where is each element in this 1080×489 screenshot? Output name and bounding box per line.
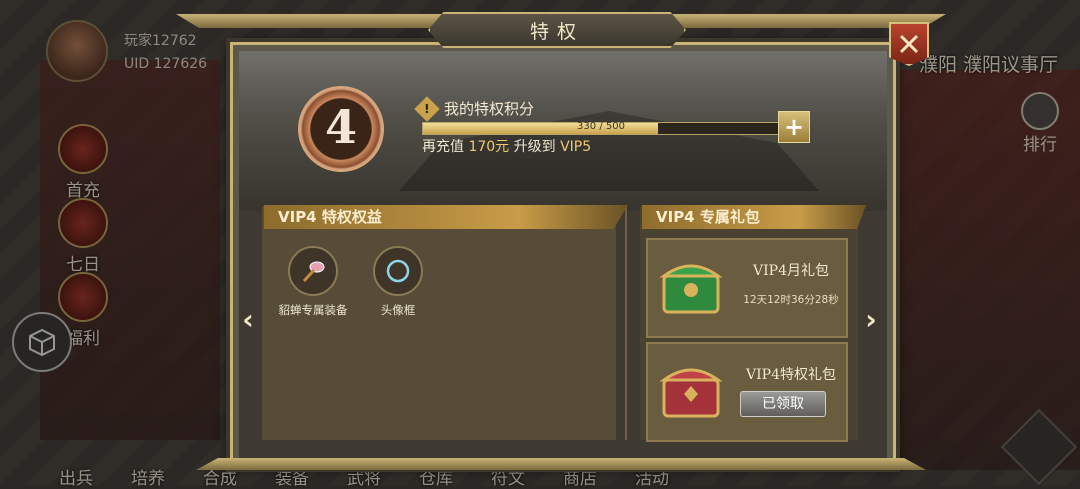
chevron-right-icon[interactable]: ›	[861, 303, 881, 336]
benefit-item-diaochan-equipment[interactable]: 貂蝉专属装备	[273, 246, 353, 318]
recharge-mid: 升级到	[513, 139, 556, 155]
recharge-amount: 170元	[468, 139, 510, 155]
points-title-text: 我的特权积分	[444, 100, 535, 118]
red-chest-icon	[658, 358, 724, 422]
claimed-button[interactable]: 已领取	[740, 391, 826, 417]
green-chest-icon	[658, 254, 724, 318]
gift-card-monthly[interactable]: VIP4月礼包 12天12时36分28秒	[646, 238, 848, 338]
dialog-bottom-rail	[196, 458, 926, 470]
gift-name: VIP4月礼包	[753, 263, 829, 279]
gifts-header: VIP4 专属礼包	[642, 205, 866, 229]
recharge-target: VIP5	[560, 139, 592, 155]
close-icon	[899, 34, 919, 54]
fan-icon	[288, 246, 338, 296]
vip-level-number: 4	[324, 100, 357, 154]
recharge-prefix: 再充值	[422, 139, 464, 155]
benefit-label: 头像框	[380, 303, 416, 317]
privilege-points-title: ! 我的特权积分	[414, 95, 535, 122]
benefit-label: 貂蝉专属装备	[278, 303, 348, 317]
gift-card-privilege[interactable]: VIP4特权礼包 已领取	[646, 342, 848, 442]
info-icon[interactable]: !	[414, 95, 440, 122]
benefits-header: VIP4 特权权益	[264, 205, 628, 229]
vip-level-badge: 4	[296, 88, 386, 170]
gift-name: VIP4特权礼包	[746, 367, 836, 383]
frame-icon	[373, 246, 423, 296]
recharge-plus-button[interactable]: +	[778, 111, 810, 143]
recharge-hint: 再充值 170元 升级到 VIP5	[422, 136, 591, 156]
benefits-panel	[262, 206, 616, 440]
points-progress-bar: 330 / 500	[422, 121, 780, 135]
panel-divider	[625, 206, 627, 440]
benefit-item-avatar-frame[interactable]: 头像框	[358, 246, 438, 318]
gift-timer: 12天12时36分28秒	[743, 294, 839, 306]
progress-text: 330 / 500	[577, 121, 625, 132]
plus-icon: +	[783, 113, 805, 141]
chevron-left-icon[interactable]: ‹	[238, 303, 258, 336]
dialog-title: 特权	[529, 20, 584, 43]
close-button[interactable]	[889, 22, 929, 66]
dialog-title-plate: 特权	[428, 12, 686, 48]
